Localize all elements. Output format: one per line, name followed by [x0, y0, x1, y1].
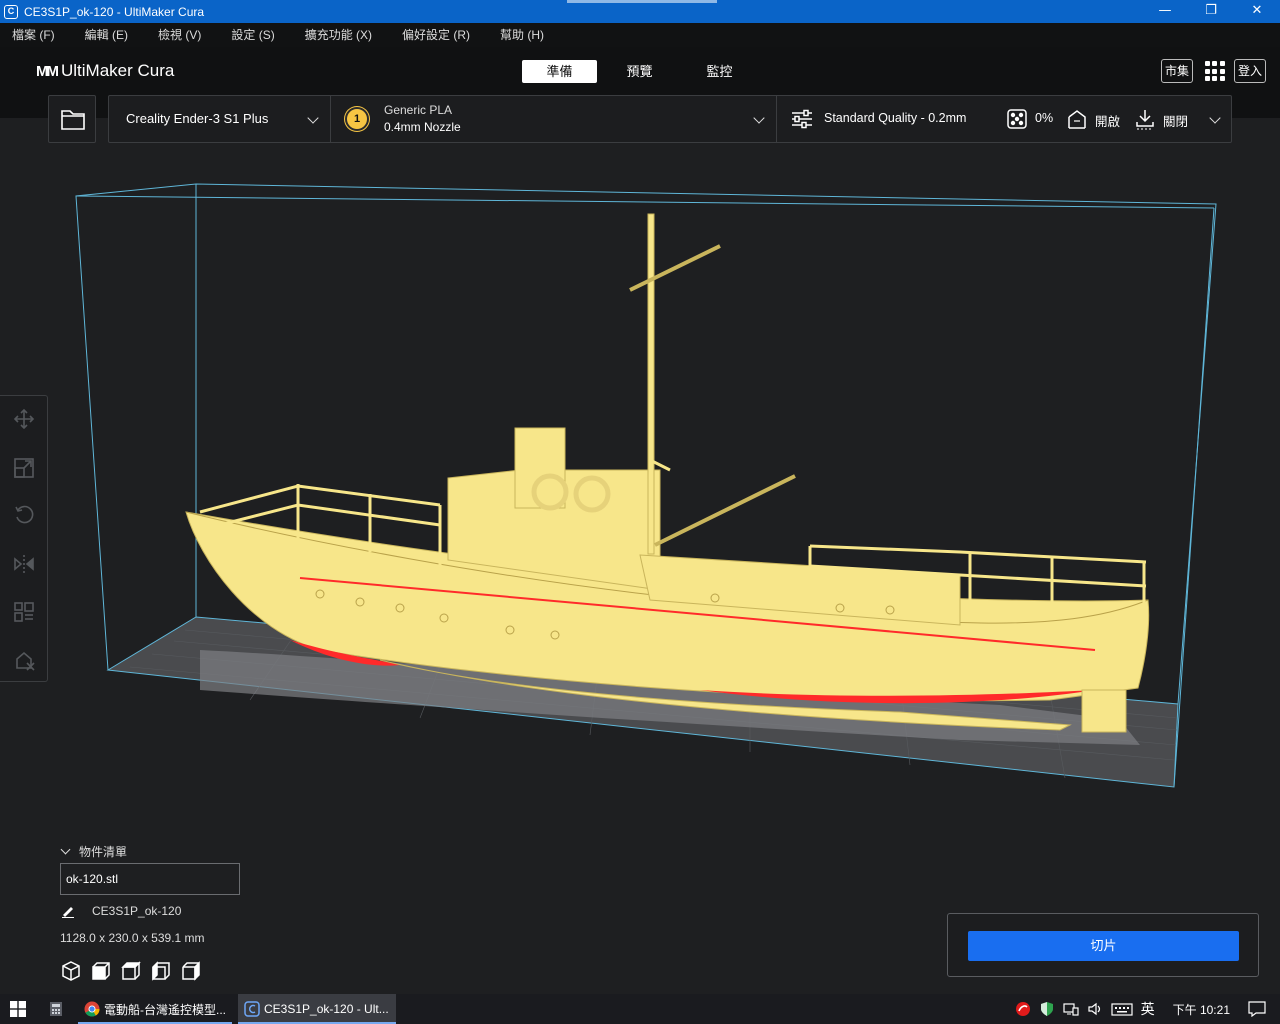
camera-view-buttons: [60, 960, 210, 982]
scale-tool-icon[interactable]: [13, 457, 35, 479]
job-name: CE3S1P_ok-120: [92, 904, 182, 918]
menu-settings[interactable]: 設定 (S): [219, 23, 286, 47]
minimize-button[interactable]: —: [1142, 0, 1188, 23]
volume-icon[interactable]: [1087, 1001, 1103, 1017]
extruder-badge-icon: 1: [345, 107, 369, 131]
tab-prepare[interactable]: 準備: [522, 60, 597, 83]
chevron-down-icon: [1209, 112, 1221, 124]
chrome-icon: [84, 1001, 100, 1017]
left-view-icon[interactable]: [150, 960, 172, 982]
chevron-down-icon: [753, 112, 765, 124]
notification-icon[interactable]: [1248, 1001, 1266, 1017]
pencil-icon[interactable]: [60, 904, 76, 918]
antivirus-icon[interactable]: [1015, 1001, 1031, 1017]
ultimaker-logo: MM UltiMaker Cura: [36, 61, 174, 81]
keyboard-icon[interactable]: [1111, 1001, 1133, 1017]
printer-selector[interactable]: Creality Ender-3 S1 Plus: [109, 96, 331, 142]
printer-settings-bar: Creality Ender-3 S1 Plus 1 Generic PLA 0…: [108, 95, 1232, 143]
menu-view[interactable]: 檢視 (V): [146, 23, 213, 47]
rotate-tool-icon[interactable]: [13, 504, 35, 526]
support-blocker-icon[interactable]: [13, 649, 35, 671]
infill-icon: [1007, 109, 1027, 129]
windows-logo-icon: [10, 1001, 26, 1017]
support-icon: [1068, 110, 1086, 129]
stage-tabs: 準備 預覽 監控: [522, 60, 762, 83]
menu-edit[interactable]: 編輯 (E): [73, 23, 140, 47]
object-list-header: 物件清單: [79, 845, 128, 859]
security-shield-icon[interactable]: [1039, 1001, 1055, 1017]
maximize-button[interactable]: ❐: [1188, 0, 1234, 23]
calculator-icon: [50, 1002, 62, 1016]
per-model-settings-icon[interactable]: [13, 601, 35, 623]
sign-in-button[interactable]: 登入: [1233, 59, 1266, 83]
system-tray: 英 下午 10:21: [1015, 994, 1280, 1024]
model-dimensions: 1128.0 x 230.0 x 539.1 mm: [60, 931, 205, 945]
open-file-button[interactable]: [48, 95, 96, 143]
tab-monitor[interactable]: 監控: [682, 60, 757, 83]
logo-text: UltiMaker Cura: [61, 61, 175, 80]
cura-icon: [244, 1001, 260, 1017]
taskbar-chrome-window[interactable]: 電動船-台灣遙控模型...: [78, 994, 232, 1024]
mirror-tool-icon[interactable]: [13, 553, 35, 575]
folder-icon: [61, 110, 85, 130]
window-titlebar[interactable]: C CE3S1P_ok-120 - UltiMaker Cura — ❐ ✕: [0, 0, 1280, 23]
tab-preview[interactable]: 預覽: [602, 60, 677, 83]
transform-toolbar: [0, 395, 48, 682]
nozzle-size: 0.4mm Nozzle: [384, 120, 461, 134]
print-settings-selector[interactable]: Standard Quality - 0.2mm 0% 開啟 關閉: [777, 96, 1231, 142]
taskbar-task-label: CE3S1P_ok-120 - Ult...: [264, 1002, 389, 1016]
marketplace-button[interactable]: 市集: [1160, 59, 1193, 83]
slice-panel: 切片: [947, 913, 1259, 977]
chevron-down-icon: [307, 112, 319, 124]
menu-bar: 檔案 (F) 編輯 (E) 檢視 (V) 設定 (S) 擴充功能 (X) 偏好設…: [0, 23, 1280, 47]
cura-app-icon: C: [4, 4, 18, 19]
right-view-icon[interactable]: [180, 960, 202, 982]
clock[interactable]: 下午 10:21: [1173, 1001, 1230, 1018]
adhesion-value: 關閉: [1163, 115, 1189, 129]
menu-preferences[interactable]: 偏好設定 (R): [390, 23, 482, 47]
boat-model: [185, 213, 1150, 733]
front-view-icon[interactable]: [90, 960, 112, 982]
calculator-taskbar-icon[interactable]: [48, 1001, 64, 1022]
windows-taskbar: 電動船-台灣遙控模型... CE3S1P_ok-120 - Ult... 英 下…: [0, 994, 1280, 1024]
sliders-icon: [792, 109, 812, 129]
taskbar-task-label: 電動船-台灣遙控模型...: [104, 1002, 226, 1017]
app-header: MM UltiMaker Cura 準備 預覽 監控 市集 登入: [0, 47, 1280, 95]
3d-view-icon[interactable]: [60, 960, 82, 982]
menu-file[interactable]: 檔案 (F): [0, 23, 67, 47]
menu-extensions[interactable]: 擴充功能 (X): [293, 23, 384, 47]
infill-value: 0%: [1035, 111, 1054, 125]
adhesion-icon: [1136, 110, 1154, 130]
close-button[interactable]: ✕: [1234, 0, 1280, 23]
job-name-row[interactable]: CE3S1P_ok-120: [60, 904, 181, 918]
top-view-icon[interactable]: [120, 960, 142, 982]
apps-grid-icon[interactable]: [1204, 61, 1225, 81]
start-button[interactable]: [0, 994, 36, 1024]
object-list-toggle[interactable]: 物件清單: [60, 843, 127, 860]
material-name: Generic PLA: [384, 103, 453, 117]
menu-help[interactable]: 幫助 (H): [488, 23, 556, 47]
network-icon[interactable]: [1063, 1001, 1079, 1017]
support-value: 開啟: [1095, 115, 1121, 129]
taskbar-cura-window[interactable]: CE3S1P_ok-120 - Ult...: [238, 994, 396, 1024]
move-tool-icon[interactable]: [13, 408, 35, 430]
ultimaker-logo-mark: MM: [36, 62, 59, 80]
object-list-item[interactable]: ok-120.stl: [60, 863, 240, 895]
window-title: CE3S1P_ok-120 - UltiMaker Cura: [24, 4, 205, 19]
slice-button[interactable]: 切片: [968, 931, 1239, 961]
titlebar-highlight: [567, 0, 717, 3]
quality-profile: Standard Quality - 0.2mm: [824, 111, 967, 125]
ime-indicator[interactable]: 英: [1141, 999, 1155, 1019]
printer-name: Creality Ender-3 S1 Plus: [126, 111, 269, 126]
material-selector[interactable]: 1 Generic PLA 0.4mm Nozzle: [331, 96, 777, 142]
chevron-down-icon: [60, 844, 71, 855]
